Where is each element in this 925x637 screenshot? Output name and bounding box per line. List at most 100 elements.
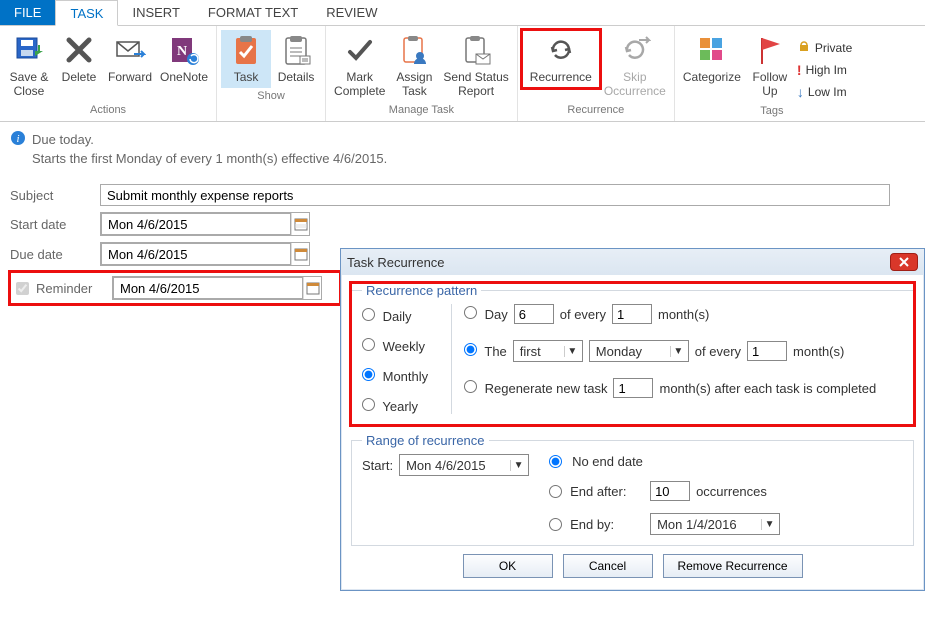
subject-input[interactable] (100, 184, 890, 206)
details-button[interactable]: Details (271, 30, 321, 88)
high-label: High Im (806, 63, 847, 77)
onenote-icon: N (168, 34, 200, 66)
ribbon: Save & Close Delete Forward N OneNote (0, 26, 925, 122)
due-date-field[interactable] (101, 243, 291, 265)
task-label: Task (234, 70, 259, 84)
start-date-field[interactable] (101, 213, 291, 235)
check-icon (344, 34, 376, 66)
range-endby-radio[interactable]: End by: (549, 517, 644, 532)
reminder-date-field[interactable] (113, 277, 303, 299)
calendar-icon[interactable] (291, 243, 309, 265)
text-of-every-1: of every (560, 307, 606, 322)
pattern-the-radio[interactable]: The (464, 343, 507, 359)
subject-label: Subject (10, 188, 100, 203)
regen-num-input[interactable] (613, 378, 653, 398)
range-start-label: Start: (362, 458, 393, 473)
range-fieldset: Range of recurrence Start: Mon 4/6/2015▼… (351, 433, 914, 546)
forward-button[interactable]: Forward (104, 30, 156, 88)
remove-recurrence-button[interactable]: Remove Recurrence (663, 554, 803, 578)
info-bar: i Due today. Starts the first Monday of … (0, 122, 925, 172)
onenote-label: OneNote (160, 70, 208, 84)
due-date-label: Due date (10, 247, 100, 262)
floppy-icon (13, 34, 45, 66)
text-months-2: month(s) (793, 344, 844, 359)
categorize-button[interactable]: Categorize (679, 30, 745, 88)
close-button[interactable] (890, 253, 918, 271)
tab-file[interactable]: FILE (0, 0, 55, 25)
recurrence-label: Recurrence (530, 70, 592, 84)
assign-task-button[interactable]: Assign Task (389, 30, 439, 102)
clipboard-user-icon (398, 34, 430, 66)
high-importance-button[interactable]: ! High Im (795, 59, 865, 81)
group-recurrence: Recurrence Skip Occurrence Recurrence (518, 26, 675, 121)
tag-small-list: Private ! High Im ↓ Low Im (795, 30, 865, 103)
freq-weekly[interactable]: Weekly (362, 338, 445, 354)
recurrence-pattern-fieldset: Recurrence pattern Daily Weekly Monthly … (351, 283, 914, 425)
mark-complete-label: Mark Complete (334, 70, 385, 98)
calendar-icon[interactable] (291, 213, 309, 235)
tab-insert[interactable]: INSERT (118, 0, 193, 25)
private-button[interactable]: Private (795, 36, 865, 59)
cancel-button[interactable]: Cancel (563, 554, 653, 578)
freq-daily[interactable]: Daily (362, 308, 445, 324)
skip-label: Skip Occurrence (604, 70, 666, 98)
info-icon: i (10, 130, 26, 149)
pattern-regen-radio[interactable]: Regenerate new task (464, 380, 607, 396)
freq-yearly[interactable]: Yearly (362, 398, 445, 414)
assign-task-label: Assign Task (396, 70, 432, 98)
start-date-label: Start date (10, 217, 100, 232)
ordinal-select[interactable]: first▼ (513, 340, 583, 362)
start-date-input[interactable] (100, 212, 310, 236)
task-recurrence-dialog: Task Recurrence Recurrence pattern Daily… (340, 248, 925, 591)
weekday-select[interactable]: Monday▼ (589, 340, 689, 362)
ok-button[interactable]: OK (463, 554, 553, 578)
occurrences-input[interactable] (650, 481, 690, 501)
down-arrow-icon: ↓ (797, 84, 804, 100)
calendar-icon[interactable] (303, 277, 321, 299)
group-show-label: Show (257, 88, 285, 104)
freq-monthly[interactable]: Monthly (362, 368, 445, 384)
categories-icon (696, 34, 728, 66)
svg-text:i: i (16, 133, 19, 145)
flag-icon (754, 34, 786, 66)
group-tags-label: Tags (760, 103, 783, 119)
skip-occurrence-button[interactable]: Skip Occurrence (600, 30, 670, 102)
send-status-button[interactable]: Send Status Report (439, 30, 512, 102)
reminder-checkbox[interactable] (16, 282, 29, 295)
x-icon (63, 34, 95, 66)
info-line2: Starts the first Monday of every 1 month… (32, 151, 915, 166)
save-close-label: Save & Close (10, 70, 49, 98)
onenote-button[interactable]: N OneNote (156, 30, 212, 88)
send-status-label: Send Status Report (443, 70, 508, 98)
details-label: Details (278, 70, 315, 84)
recurrence-button[interactable]: Recurrence (522, 30, 600, 88)
follow-up-button[interactable]: Follow Up (745, 30, 795, 102)
skip-icon (619, 34, 651, 66)
monthnum-input-2[interactable] (747, 341, 787, 361)
group-actions: Save & Close Delete Forward N OneNote (0, 26, 217, 121)
delete-label: Delete (62, 70, 97, 84)
tab-review[interactable]: REVIEW (312, 0, 391, 25)
daynum-input[interactable] (514, 304, 554, 324)
delete-button[interactable]: Delete (54, 30, 104, 88)
envelope-forward-icon (114, 34, 146, 66)
range-noend-radio[interactable]: No end date (549, 454, 780, 469)
due-date-input[interactable] (100, 242, 310, 266)
range-legend: Range of recurrence (362, 433, 489, 448)
tab-task[interactable]: TASK (55, 0, 118, 26)
task-button[interactable]: Task (221, 30, 271, 88)
endby-date-select[interactable]: Mon 1/4/2016▼ (650, 513, 780, 535)
group-actions-label: Actions (90, 102, 126, 118)
tab-format-text[interactable]: FORMAT TEXT (194, 0, 312, 25)
save-close-button[interactable]: Save & Close (4, 30, 54, 102)
range-endafter-radio[interactable]: End after: (549, 484, 644, 499)
group-show: Task Details Show (217, 26, 326, 121)
low-importance-button[interactable]: ↓ Low Im (795, 81, 865, 103)
clipboard-check-icon (230, 34, 262, 66)
reminder-date-input[interactable] (112, 276, 322, 300)
range-start-select[interactable]: Mon 4/6/2015▼ (399, 454, 529, 476)
group-tags: Categorize Follow Up Private ! High Im (675, 26, 869, 121)
mark-complete-button[interactable]: Mark Complete (330, 30, 389, 102)
pattern-day-radio[interactable]: Day (464, 306, 508, 322)
monthnum-input-1[interactable] (612, 304, 652, 324)
